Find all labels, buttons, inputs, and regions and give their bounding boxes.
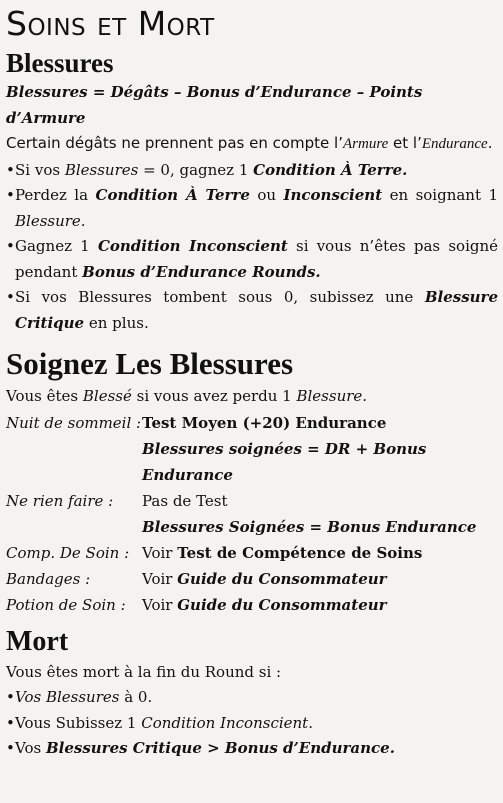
text: Vos bbox=[15, 739, 46, 757]
text: Bonus d’Endurance Rounds. bbox=[82, 262, 321, 281]
text: Si vos Blessures tombent sous 0, subisse… bbox=[15, 288, 425, 306]
text: Si vos bbox=[15, 160, 65, 179]
list-item: Perdez la Condition À Terre ou Inconscie… bbox=[6, 183, 498, 234]
list-item: Vos Blessures Critique > Bonus d’Enduran… bbox=[6, 736, 498, 762]
text: Blessure. bbox=[15, 211, 86, 230]
text: si vous avez perdu 1 bbox=[131, 387, 297, 405]
page-title: Soins et Mort bbox=[6, 4, 215, 43]
heading-mort: Mort bbox=[6, 625, 69, 657]
row-value: Pas de Test bbox=[142, 491, 228, 510]
text: Condition À Terre. bbox=[253, 160, 408, 179]
list-item: Gagnez 1 Condition Inconscient si vous n… bbox=[6, 234, 498, 285]
row-label: Ne rien faire : bbox=[6, 491, 114, 510]
row-value: Test Moyen (+20) Endurance bbox=[142, 413, 387, 432]
mort-list: Vos Blessures à 0. Vous Subissez 1 Condi… bbox=[6, 685, 498, 762]
row-sub: Blessures Soignées = Bonus Endurance bbox=[142, 517, 477, 536]
blessures-list: Si vos Blessures = 0, gagnez 1 Condition… bbox=[6, 158, 498, 337]
list-item: Vous Subissez 1 Condition Inconscient. bbox=[6, 711, 498, 737]
row-label: Comp. De Soin : bbox=[6, 543, 130, 562]
text: Perdez la bbox=[15, 186, 96, 204]
text: Blessures bbox=[64, 160, 139, 179]
text: Vous Subissez 1 bbox=[15, 713, 142, 732]
text: Vous êtes bbox=[6, 387, 83, 405]
text: Test de Compétence de Soins bbox=[177, 543, 423, 562]
text: Blessure. bbox=[296, 387, 368, 405]
text: Certain dégâts ne prennent pas en compte… bbox=[6, 134, 343, 152]
text: Guide du Consommateur bbox=[177, 569, 387, 588]
text: Voir bbox=[142, 543, 178, 562]
text: Armure bbox=[342, 136, 389, 152]
list-item: Si vos Blessures tombent sous 0, subisse… bbox=[6, 285, 498, 336]
blessures-formula: Blessures = Dégâts – Bonus d’Endurance –… bbox=[6, 83, 423, 127]
blessures-intro: Certain dégâts ne prennent pas en compte… bbox=[6, 131, 498, 158]
page: Soins et Mort Blessures Blessures = Dégâ… bbox=[6, 0, 498, 762]
text: Endurance bbox=[421, 136, 488, 152]
text: en soignant 1 bbox=[382, 186, 498, 204]
row-value: Voir Test de Compétence de Soins bbox=[142, 540, 498, 566]
text: Voir bbox=[142, 595, 178, 614]
text: Condition Inconscient bbox=[141, 713, 309, 732]
text: Inconscient bbox=[283, 186, 383, 204]
text: Condition À Terre bbox=[95, 186, 250, 204]
mort-intro: Vous êtes mort à la fin du Round si : bbox=[6, 662, 282, 681]
text: Gagnez 1 bbox=[15, 237, 98, 255]
heading-blessures: Blessures bbox=[6, 48, 114, 78]
text: Vos Blessures bbox=[15, 688, 120, 706]
row-sub: Blessures soignées = DR + Bonus Enduranc… bbox=[142, 439, 427, 484]
row-label: Potion de Soin : bbox=[6, 595, 126, 614]
text: Condition Inconscient bbox=[97, 237, 288, 255]
list-item: Vos Blessures à 0. bbox=[6, 685, 498, 711]
heading-soignez: Soignez Les Blessures bbox=[6, 346, 294, 381]
row-label: Bandages : bbox=[6, 569, 91, 588]
text: = 0, gagnez 1 bbox=[138, 160, 254, 179]
row-value: Voir Guide du Consommateur bbox=[142, 592, 498, 618]
list-item: Si vos Blessures = 0, gagnez 1 Condition… bbox=[6, 158, 498, 184]
row-value: Voir Guide du Consommateur bbox=[142, 566, 498, 592]
text: Blessures Critique > Bonus d’Endurance. bbox=[45, 739, 395, 757]
row-label: Nuit de sommeil : bbox=[6, 413, 142, 432]
text: Voir bbox=[142, 569, 178, 588]
text: Blessé bbox=[82, 387, 132, 405]
text: à 0. bbox=[119, 688, 153, 706]
soins-table: Nuit de sommeil : Test Moyen (+20) Endur… bbox=[6, 410, 498, 618]
soins-intro: Vous êtes Blessé si vous avez perdu 1 Bl… bbox=[6, 384, 498, 410]
text: et l’ bbox=[388, 134, 422, 152]
text: . bbox=[308, 713, 313, 732]
text: ou bbox=[249, 186, 284, 204]
text: . bbox=[487, 134, 493, 152]
text: en plus. bbox=[84, 313, 149, 332]
text: Guide du Consommateur bbox=[177, 595, 387, 614]
